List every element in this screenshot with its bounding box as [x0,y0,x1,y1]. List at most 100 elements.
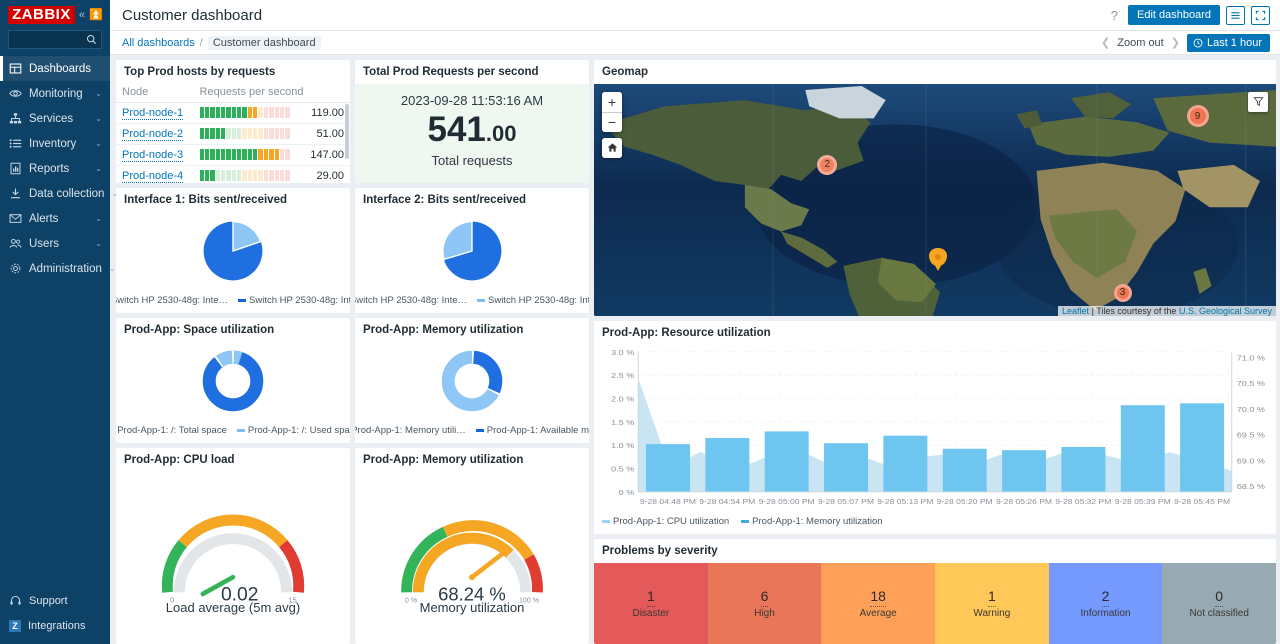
host-link[interactable]: Prod-node-2 [122,128,183,141]
leaflet-link[interactable]: Leaflet [1062,306,1089,316]
zoom-out-button[interactable]: Zoom out [1117,37,1163,49]
widget-top-hosts: Top Prod hosts by requests Node Requests… [116,60,350,183]
y-axis-left-tick: 3.0 % [611,347,635,356]
top-hosts-table: Node Requests per second Prod-node-1119.… [116,84,350,183]
host-value-cell: 51.00 [302,123,350,144]
chevron-right-icon[interactable]: ❯ [1171,36,1180,49]
severity-cell[interactable]: 0Not classified [1162,563,1276,644]
sidebar-item-dashboards[interactable]: Dashboards [0,56,110,81]
severity-cell[interactable]: 1Warning [935,563,1049,644]
hamburger-icon [1230,10,1241,21]
chevron-down-icon[interactable]: ⌄ [95,239,102,248]
sidebar-item-label: Dashboards [29,63,102,75]
map-cluster-marker[interactable]: 3 [1114,284,1132,302]
sidebar-item-inventory[interactable]: Inventory ⌄ [0,131,110,156]
chevron-down-icon[interactable]: ⌄ [95,214,102,223]
legend-color-swatch [237,429,245,432]
sidebar-item-alerts[interactable]: Alerts ⌄ [0,206,110,231]
map-cluster-marker[interactable]: 9 [1187,105,1209,127]
time-range-selector[interactable]: Last 1 hour [1187,34,1270,52]
severity-cell[interactable]: 18Average [821,563,935,644]
fullscreen-button[interactable] [1251,6,1270,25]
donut-chart-area [355,342,589,421]
bar-segment [205,107,209,118]
severity-cell[interactable]: 2Information [1049,563,1163,644]
search-input[interactable] [8,30,102,49]
bar-segment [216,149,220,160]
breadcrumb-all-dashboards[interactable]: All dashboards [122,37,195,49]
sidebar-collapse-icon[interactable]: « [79,10,85,21]
memory-utilization-bar [765,431,809,491]
chevron-down-icon[interactable]: ⌄ [111,189,118,198]
sidebar-hide-icon[interactable]: ⏫ [89,10,103,21]
sidebar-item-monitoring[interactable]: Monitoring ⌄ [0,81,110,106]
map-attribution: Leaflet | Tiles courtesy of the U.S. Geo… [1058,306,1276,316]
bar-segment [232,149,236,160]
severity-cell[interactable]: 1Disaster [594,563,708,644]
legend-label: Switch HP 2530-48g: Inte… [116,295,228,306]
chevron-down-icon[interactable]: ⌄ [95,139,102,148]
widget-scrollbar[interactable] [345,104,349,159]
bar-segment [264,128,268,139]
bar-segment [232,170,236,181]
legend-item: Prod-App-1: Memory utilization [741,516,882,527]
sidebar-nav: Dashboards Monitoring ⌄ [0,56,110,281]
map-zoom-in-button[interactable]: + [602,92,622,112]
map-home-button[interactable] [602,138,622,158]
bar-segment [242,170,246,181]
services-tree-icon [9,112,22,125]
bar-segment [275,149,279,160]
kiosk-menu-button[interactable] [1226,6,1245,25]
chevron-down-icon[interactable]: ⌄ [95,164,102,173]
sidebar-item-integrations[interactable]: Z Integrations [0,613,110,638]
legend-item: Switch HP 2530-48g: Inte… [355,295,467,306]
time-range-label: Last 1 hour [1207,37,1262,49]
bar-segment [264,149,268,160]
sidebar-item-label: Services [29,113,88,125]
sidebar-item-label: Alerts [29,213,88,225]
map-pin-tail [933,262,943,271]
bar-segment [280,128,284,139]
sidebar-item-services[interactable]: Services ⌄ [0,106,110,131]
host-link[interactable]: Prod-node-4 [122,170,183,183]
sidebar-item-label: Users [29,238,88,250]
memory-utilization-bar [1002,450,1046,492]
geomap-canvas[interactable]: + − [594,84,1276,316]
host-link[interactable]: Prod-node-3 [122,149,183,162]
host-link[interactable]: Prod-node-1 [122,107,183,120]
map-filter-button[interactable] [1248,92,1268,112]
chevron-left-icon[interactable]: ❮ [1101,36,1110,49]
sidebar-item-administration[interactable]: Administration ⌄ [0,256,110,281]
filter-icon [1253,96,1264,107]
host-name-cell: Prod-node-2 [116,123,194,144]
y-axis-right-tick: 71.0 % [1237,353,1266,362]
x-axis-tick: 9-28 05:39 PM [1115,497,1171,505]
severity-cell[interactable]: 6High [708,563,822,644]
memory-utilization-bar [1121,405,1165,492]
big-value-fraction: .00 [486,121,517,146]
x-axis-tick: 9-28 05:32 PM [1055,497,1111,505]
sidebar-item-label: Reports [29,163,88,175]
gauge-min-label: 0 % [405,597,418,605]
sidebar-item-support[interactable]: Support [0,588,110,613]
zabbix-logo[interactable]: ZABBIX [8,6,75,24]
sidebar-item-reports[interactable]: Reports ⌄ [0,156,110,181]
chevron-down-icon[interactable]: ⌄ [95,114,102,123]
top-hosts-body: Node Requests per second Prod-node-1119.… [116,84,350,183]
chevron-down-icon[interactable]: ⌄ [95,89,102,98]
bar-segment [226,170,230,181]
bar-segment [210,128,214,139]
help-icon[interactable]: ? [1107,8,1122,23]
bar-segment [264,107,268,118]
attribution-source-link[interactable]: U.S. Geological Survey [1179,306,1272,316]
sidebar-item-users[interactable]: Users ⌄ [0,231,110,256]
chevron-down-icon[interactable]: ⌄ [109,264,116,273]
map-zoom-out-button[interactable]: − [602,112,622,132]
edit-dashboard-button[interactable]: Edit dashboard [1128,5,1220,25]
widget-title: Prod-App: Memory utilization [355,318,589,342]
gauge-memory: 0 % 100 % 68.24 % [388,500,556,604]
bar-segment [216,170,220,181]
severity-label: Not classified [1189,608,1248,619]
sidebar-item-data-collection[interactable]: Data collection ⌄ [0,181,110,206]
widget-title: Problems by severity [594,539,1276,563]
